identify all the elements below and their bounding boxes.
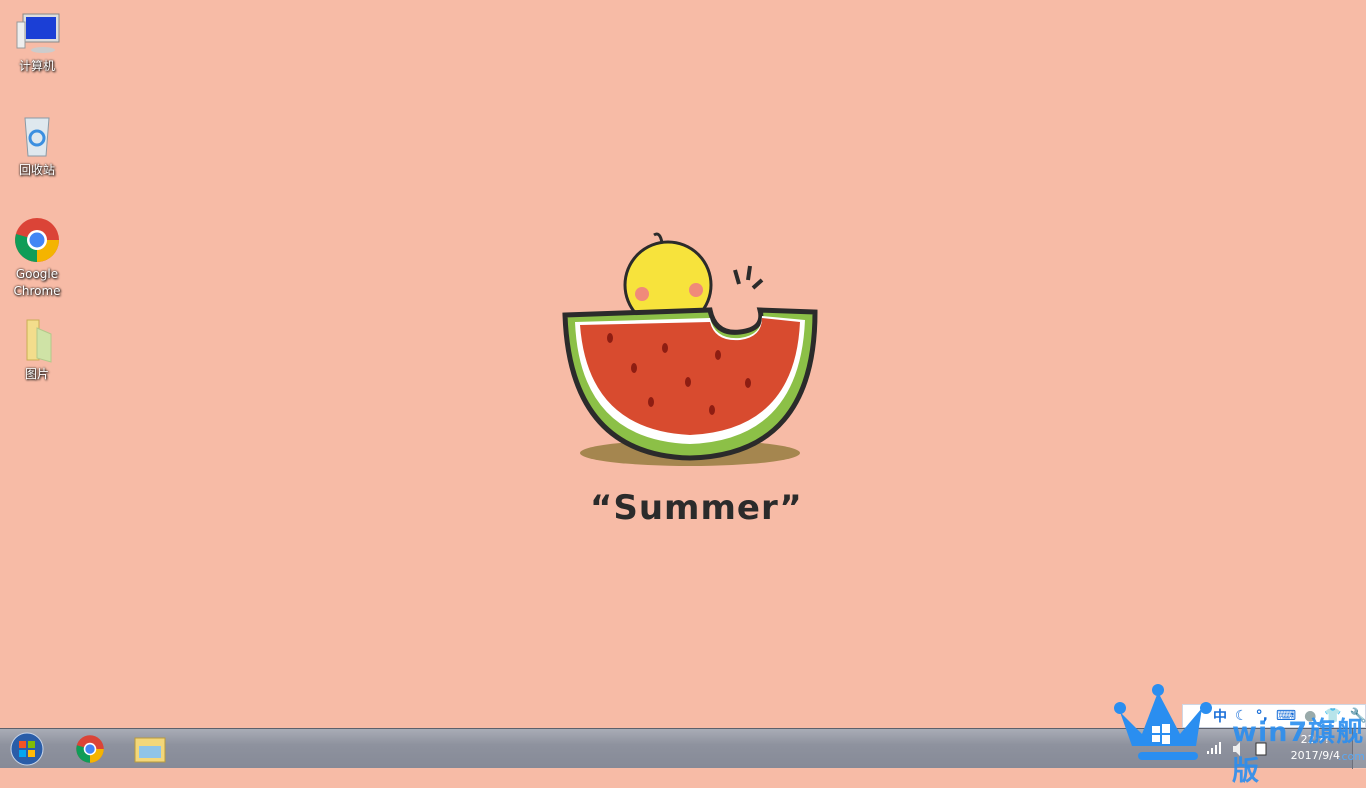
ime-language[interactable]: 中 — [1213, 706, 1227, 726]
desktop-icon-label: 计算机 — [18, 59, 55, 73]
taskbar: 22:?? 2017/9/4 — [0, 728, 1366, 769]
chrome-icon — [76, 735, 104, 763]
desktop-icon-recycle-bin[interactable]: 回收站 — [4, 112, 70, 179]
taskbar-file-explorer[interactable] — [122, 731, 178, 767]
recycle-bin-icon — [24, 117, 50, 157]
desktop-icon-label: Google Chrome — [13, 267, 61, 298]
desktop-icon-chrome[interactable]: Google Chrome — [4, 216, 70, 300]
desktop-icon-computer[interactable]: 计算机 — [4, 10, 70, 75]
start-button[interactable] — [4, 731, 50, 767]
wallpaper-watermelon-illustration — [562, 232, 818, 466]
watermark-text: win7旗舰版 — [1232, 717, 1365, 787]
folder-icon — [26, 319, 52, 363]
wallpaper-text: “Summer” — [590, 488, 803, 528]
windows-orb-icon — [10, 732, 44, 766]
desktop-icon-label: 回收站 — [18, 163, 55, 177]
taskbar-chrome[interactable] — [62, 731, 118, 767]
chrome-icon — [15, 218, 59, 262]
computer-icon — [16, 13, 60, 53]
desktop-icon-pictures[interactable]: 图片 — [4, 318, 70, 383]
desktop-icon-label: 图片 — [24, 367, 49, 381]
watermark-domain: .com — [1338, 750, 1365, 763]
network-icon[interactable] — [1206, 741, 1222, 755]
file-explorer-icon — [134, 737, 166, 763]
